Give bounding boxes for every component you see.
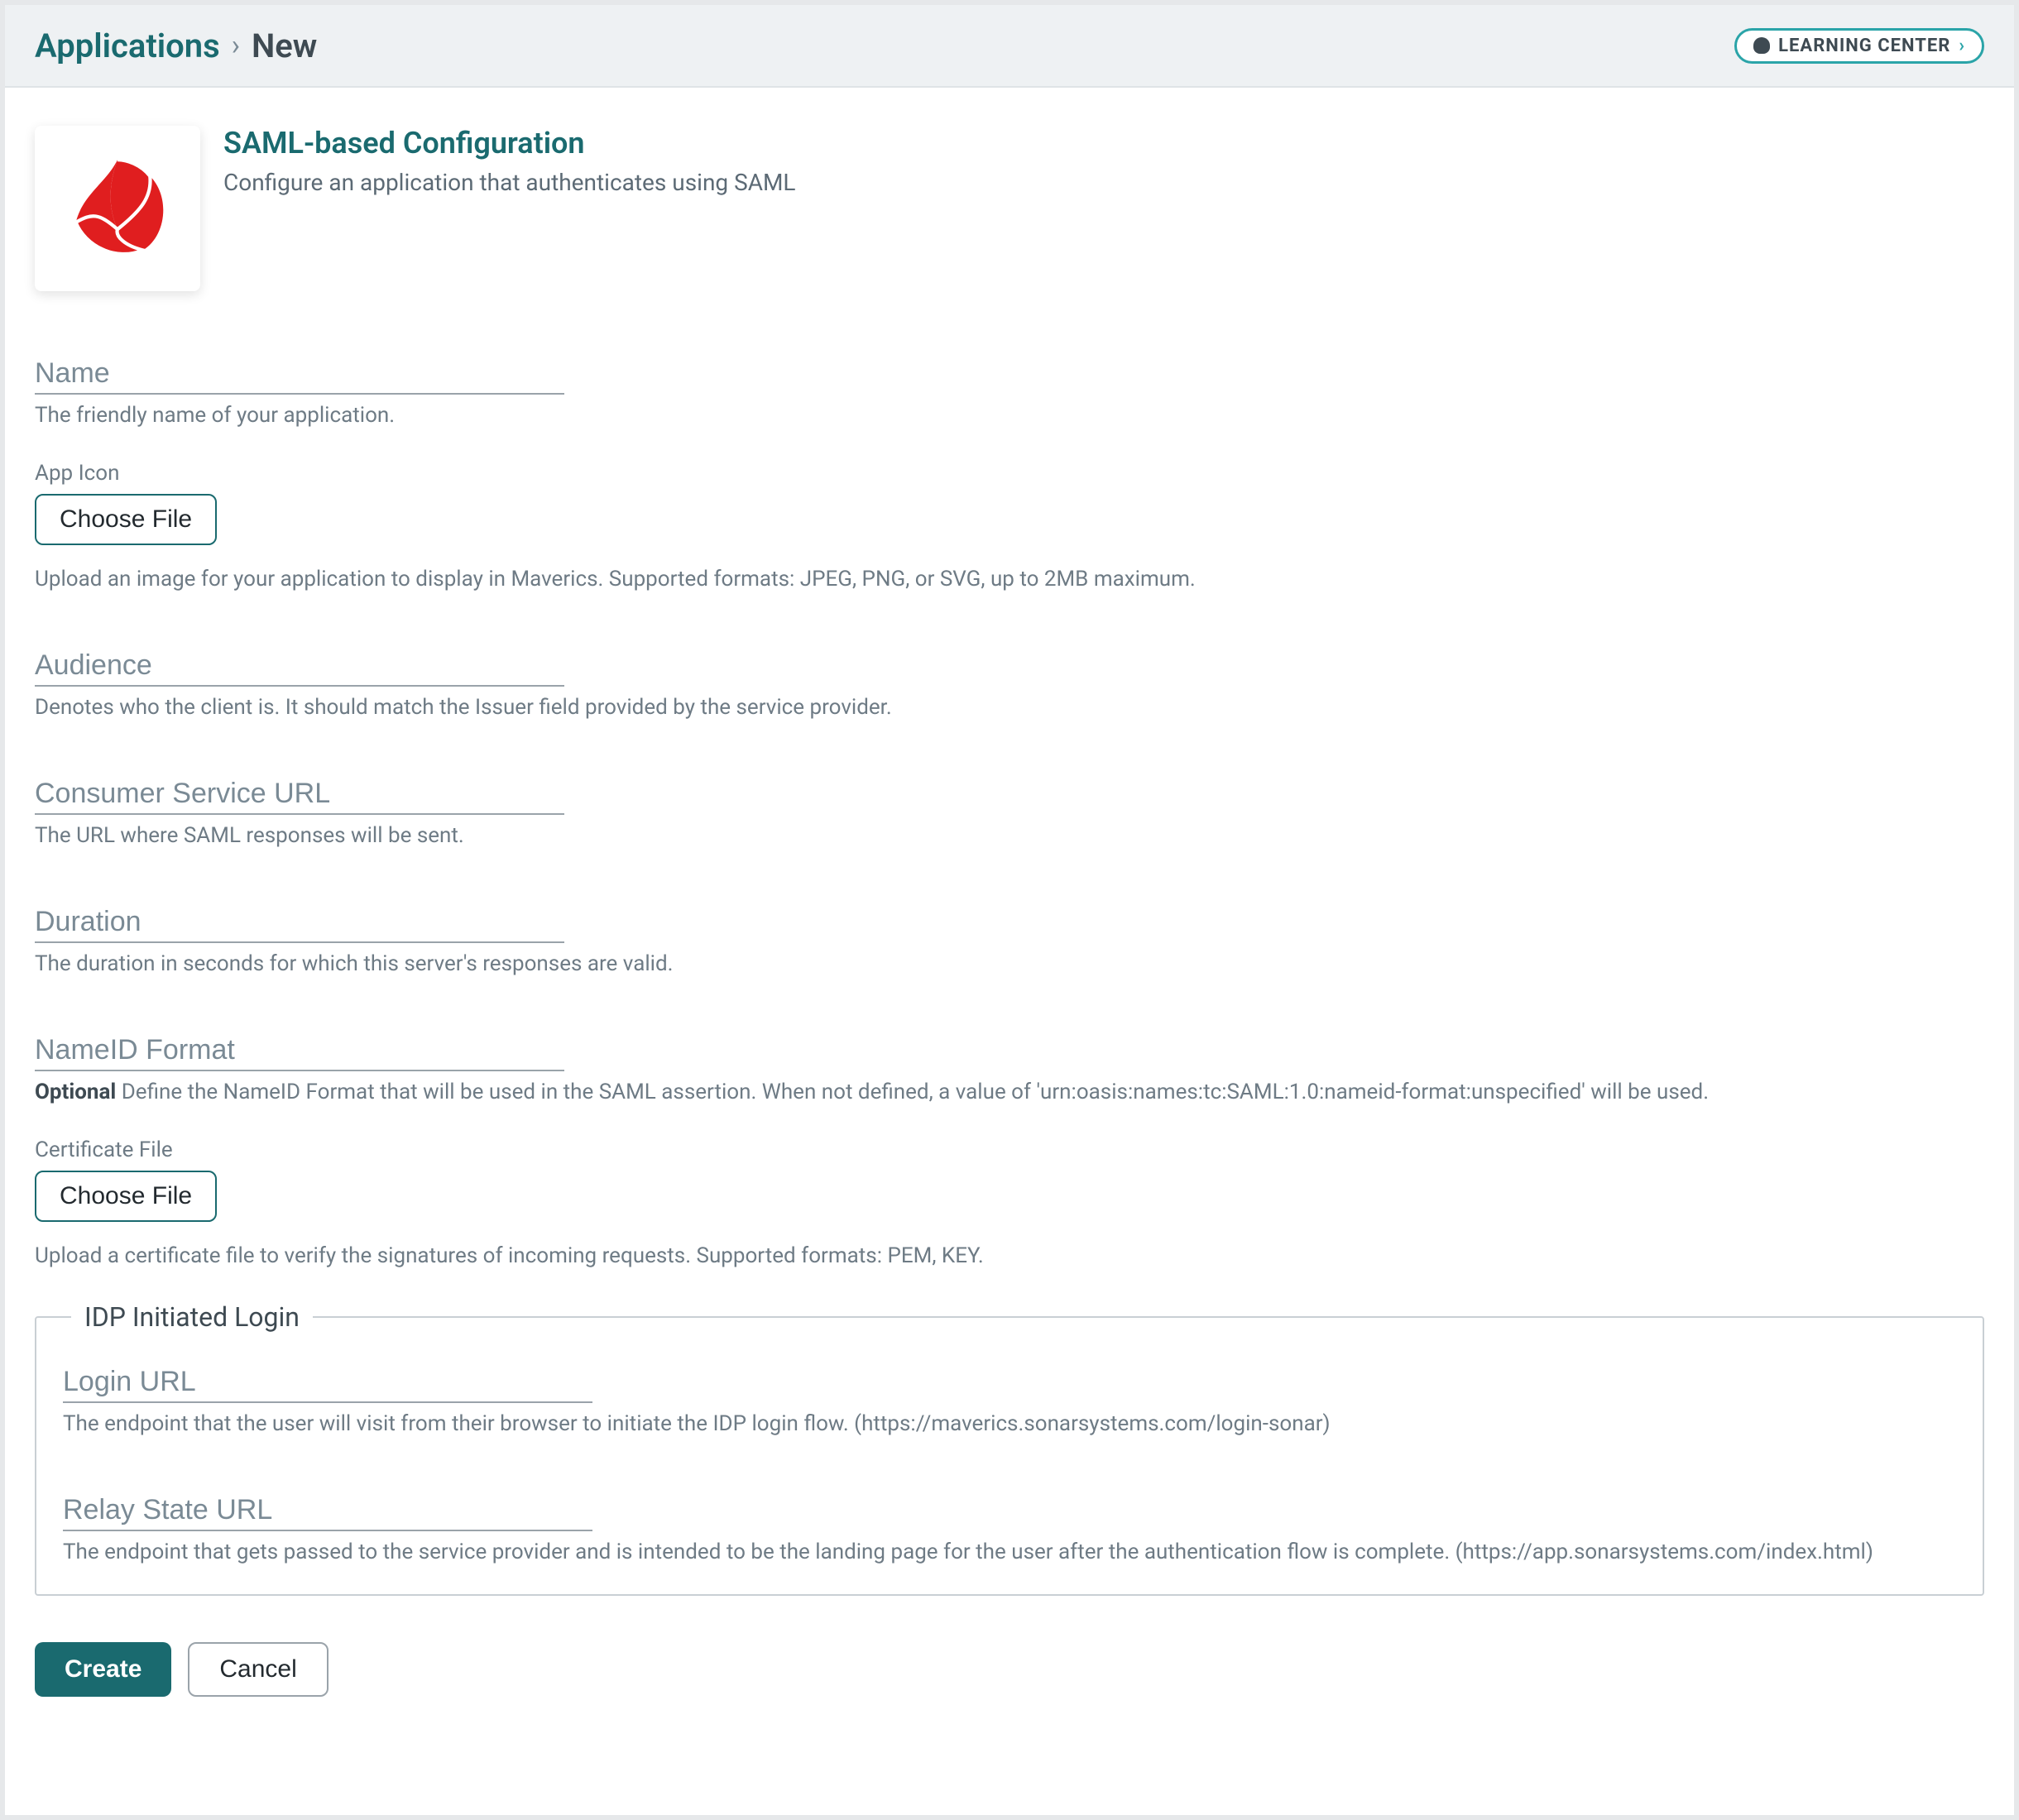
name-help: The friendly name of your application.: [35, 403, 1984, 428]
audience-help: Denotes who the client is. It should mat…: [35, 695, 1984, 720]
breadcrumb: Applications › New: [35, 26, 317, 65]
consumer-url-help: The URL where SAML responses will be sen…: [35, 823, 1984, 848]
nameid-help: Optional Define the NameID Format that w…: [35, 1080, 1984, 1104]
form-actions: Create Cancel: [35, 1642, 1984, 1697]
nameid-field-group: Optional Define the NameID Format that w…: [35, 1034, 1984, 1104]
breadcrumb-current: New: [252, 26, 317, 65]
app-icon-label: App Icon: [35, 461, 1984, 486]
audience-input[interactable]: [35, 649, 564, 682]
intro-section: SAML-based Configuration Configure an ap…: [35, 126, 1984, 291]
page-header: Applications › New LEARNING CENTER ›: [5, 5, 2014, 88]
application-type-icon: [35, 126, 200, 291]
page-description: Configure an application that authentica…: [223, 169, 796, 196]
page-title: SAML-based Configuration: [223, 126, 796, 160]
relay-state-field-group: The endpoint that gets passed to the ser…: [63, 1494, 1956, 1564]
duration-field-group: The duration in seconds for which this s…: [35, 906, 1984, 976]
relay-state-input[interactable]: [63, 1494, 592, 1526]
idp-initiated-login-fieldset: IDP Initiated Login The endpoint that th…: [35, 1301, 1984, 1596]
saml-logo-icon: [60, 151, 175, 266]
cert-file-choose-file-button[interactable]: Choose File: [35, 1171, 217, 1222]
form-scroll-area[interactable]: SAML-based Configuration Configure an ap…: [5, 88, 2014, 1815]
duration-help: The duration in seconds for which this s…: [35, 951, 1984, 976]
app-icon-choose-file-button[interactable]: Choose File: [35, 494, 217, 545]
learning-center-button[interactable]: LEARNING CENTER ›: [1734, 28, 1984, 64]
login-url-help: The endpoint that the user will visit fr…: [63, 1411, 1956, 1436]
app-icon-help: Upload an image for your application to …: [35, 567, 1984, 592]
cancel-button[interactable]: Cancel: [188, 1642, 328, 1697]
chevron-right-icon: ›: [1959, 36, 1965, 56]
audience-field-group: Denotes who the client is. It should mat…: [35, 649, 1984, 720]
create-button[interactable]: Create: [35, 1642, 171, 1697]
chevron-right-icon: ›: [232, 29, 240, 62]
name-input[interactable]: [35, 357, 564, 390]
login-url-input[interactable]: [63, 1366, 592, 1398]
app-icon-field-group: App Icon Choose File Upload an image for…: [35, 461, 1984, 592]
learning-center-label: LEARNING CENTER: [1778, 36, 1950, 56]
nameid-input[interactable]: [35, 1034, 564, 1066]
relay-state-help: The endpoint that gets passed to the ser…: [63, 1540, 1956, 1564]
breadcrumb-root-link[interactable]: Applications: [35, 26, 220, 65]
idp-legend: IDP Initiated Login: [71, 1301, 313, 1333]
name-field-group: The friendly name of your application.: [35, 357, 1984, 428]
duration-input[interactable]: [35, 906, 564, 938]
login-url-field-group: The endpoint that the user will visit fr…: [63, 1366, 1956, 1436]
nameid-optional-label: Optional: [35, 1080, 116, 1104]
consumer-url-input[interactable]: [35, 778, 564, 810]
cert-file-help: Upload a certificate file to verify the …: [35, 1243, 1984, 1268]
consumer-url-field-group: The URL where SAML responses will be sen…: [35, 778, 1984, 848]
lightbulb-icon: [1753, 37, 1770, 54]
cert-file-label: Certificate File: [35, 1138, 1984, 1162]
cert-file-field-group: Certificate File Choose File Upload a ce…: [35, 1138, 1984, 1268]
